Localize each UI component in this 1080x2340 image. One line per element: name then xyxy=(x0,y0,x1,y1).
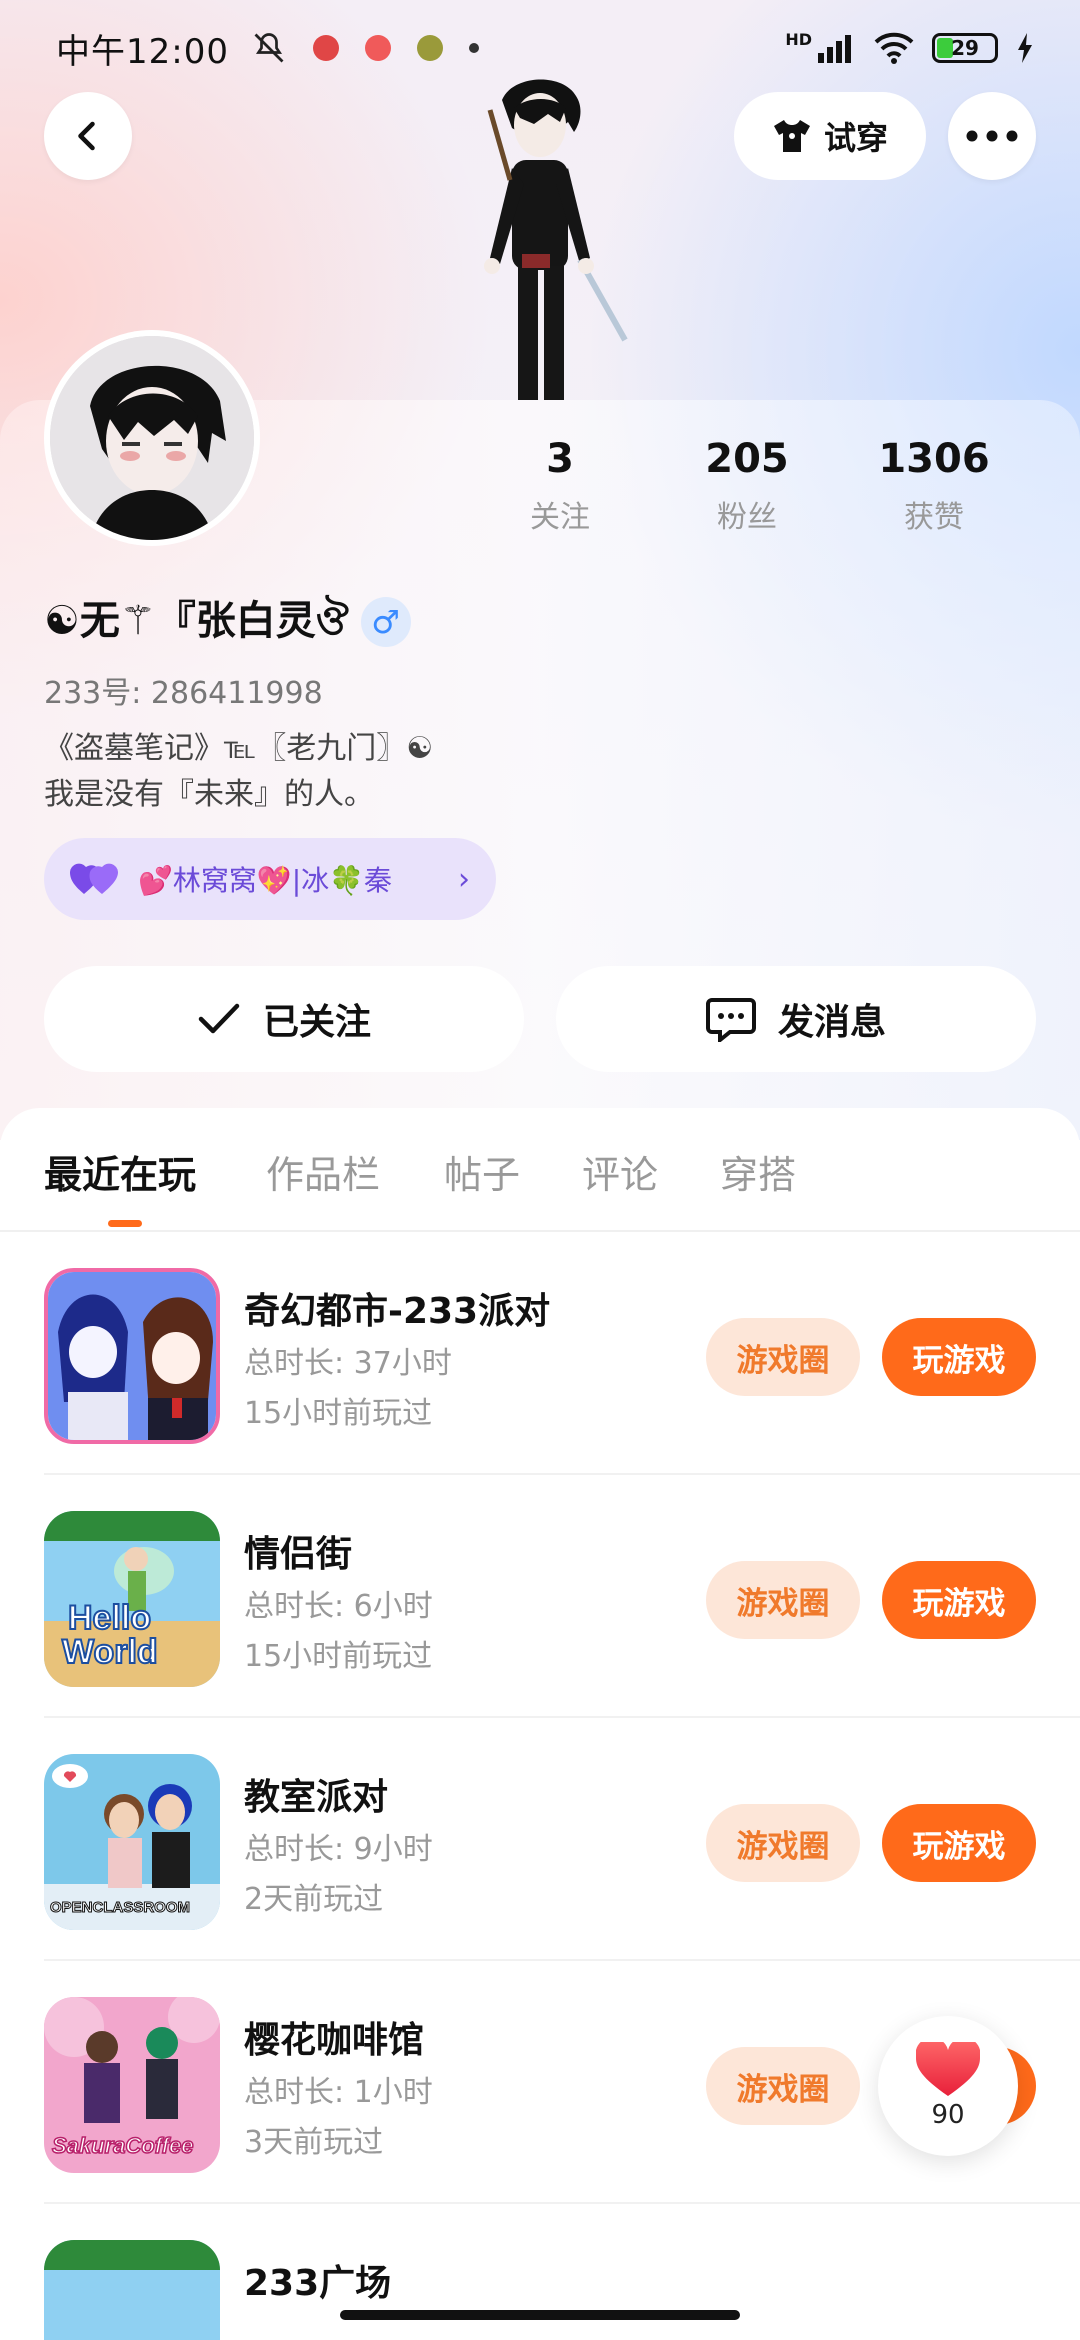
app-notification-icon xyxy=(416,35,443,61)
message-label: 发消息 xyxy=(777,1002,886,1043)
game-name: 233广场 xyxy=(244,2263,392,2304)
stat-likes-label: 获赞 xyxy=(904,500,964,535)
thumbnail-text-sakura: SakuraCoffee xyxy=(52,2133,193,2158)
game-name: 教室派对 xyxy=(244,1777,389,1818)
back-arrow-icon xyxy=(78,121,95,151)
home-indicator[interactable] xyxy=(340,2310,740,2320)
tab-comments[interactable]: 评论 xyxy=(582,1144,658,1199)
game-circle-button[interactable]: 游戏圈 xyxy=(706,2047,860,2125)
game-name: 奇幻都市-233派对 xyxy=(244,1291,551,1332)
game-name: 樱花咖啡馆 xyxy=(244,2020,425,2061)
game-thumbnail[interactable] xyxy=(44,1268,220,1444)
tshirt-icon xyxy=(773,120,810,152)
play-game-button[interactable]: 玩游戏 xyxy=(882,1804,1036,1882)
profile-content: 最近在玩 作品栏 帖子 评论 穿搭 奇幻都市-233派对 总时长: 37小时 1… xyxy=(0,1108,1080,2340)
stat-following-value: 3 xyxy=(546,436,574,482)
user-id: 233号: 286411998 xyxy=(44,676,323,711)
tab-active-indicator xyxy=(108,1220,142,1227)
app-notification-icon xyxy=(364,35,391,61)
relationship-names: 💕林窝窝💖|冰🍀秦 xyxy=(138,864,393,897)
nickname: ☯无⚚『张白灵ঔ ♂ xyxy=(44,588,411,656)
chat-bubble-icon xyxy=(705,998,756,1042)
male-gender-icon: ♂ xyxy=(360,597,411,647)
tab-outfits[interactable]: 穿搭 xyxy=(720,1144,796,1199)
game-circle-button[interactable]: 游戏圈 xyxy=(706,1804,860,1882)
tab-recently-played[interactable]: 最近在玩 xyxy=(44,1144,196,1199)
game-last-played: 3天前玩过 xyxy=(244,2125,384,2160)
stat-followers-value: 205 xyxy=(705,436,789,482)
character-figure xyxy=(430,70,650,400)
avatar[interactable] xyxy=(44,330,260,546)
game-thumbnail[interactable] xyxy=(44,2240,220,2340)
stat-likes[interactable]: 1306 获赞 xyxy=(854,436,1014,536)
wifi-icon xyxy=(874,32,914,64)
app-notification-icon xyxy=(312,35,339,61)
stat-followers[interactable]: 205 粉丝 xyxy=(667,436,827,536)
heart-icon xyxy=(916,2042,980,2096)
thumbnail-text-classroom: OPENCLASSROOM xyxy=(50,1899,190,1916)
game-thumbnail[interactable]: SakuraCoffee xyxy=(44,1997,220,2173)
stat-following[interactable]: 3 关注 xyxy=(480,436,640,536)
profile-stats: 3 关注 205 粉丝 1306 获赞 xyxy=(530,436,1040,546)
chevron-right-icon: › xyxy=(458,861,470,897)
back-button[interactable] xyxy=(44,92,132,180)
relationship-badge[interactable]: 💕林窝窝💖|冰🍀秦 › xyxy=(44,838,496,920)
thumbnail-text-hello: Hello xyxy=(68,1599,151,1637)
stat-likes-value: 1306 xyxy=(878,436,990,482)
game-duration: 总时长: 37小时 xyxy=(244,1346,452,1381)
message-button[interactable]: 发消息 xyxy=(556,966,1036,1072)
check-icon xyxy=(198,1003,240,1034)
game-last-played: 15小时前玩过 xyxy=(244,1396,433,1431)
more-dots-icon xyxy=(966,130,1018,142)
game-duration: 总时长: 1小时 xyxy=(244,2075,433,2110)
status-notification-icons xyxy=(251,30,479,66)
tab-works[interactable]: 作品栏 xyxy=(266,1144,380,1199)
game-row[interactable]: OPENCLASSROOM 教室派对 总时长: 9小时 2天前玩过 游戏圈 玩游… xyxy=(0,1718,1080,1961)
game-row[interactable]: Hello World 情侣街 总时长: 6小时 15小时前玩过 游戏圈 玩游戏 xyxy=(0,1475,1080,1718)
like-count: 90 xyxy=(931,2100,965,2130)
stat-following-label: 关注 xyxy=(530,500,590,535)
mute-icon xyxy=(254,33,284,63)
game-duration: 总时长: 9小时 xyxy=(244,1832,433,1867)
signal-icon xyxy=(818,35,851,63)
charging-icon xyxy=(1018,33,1032,63)
bio: 《盗墓笔记》℡〖老九门〗☯ 我是没有『未来』的人。 xyxy=(44,731,434,812)
game-thumbnail[interactable]: OPENCLASSROOM xyxy=(44,1754,220,1930)
network-hd-label: HD xyxy=(785,29,812,49)
game-duration: 总时长: 6小时 xyxy=(244,1589,433,1624)
game-row[interactable]: 奇幻都市-233派对 总时长: 37小时 15小时前玩过 游戏圈 玩游戏 xyxy=(0,1232,1080,1475)
thumbnail-text-world: World xyxy=(62,1633,158,1671)
game-last-played: 2天前玩过 xyxy=(244,1882,384,1917)
profile-tabs: 最近在玩 作品栏 帖子 评论 穿搭 xyxy=(0,1108,1080,1232)
try-on-label: 试穿 xyxy=(823,119,888,157)
game-thumbnail[interactable]: Hello World xyxy=(44,1511,220,1687)
game-circle-button[interactable]: 游戏圈 xyxy=(706,1561,860,1639)
follow-label: 已关注 xyxy=(262,1002,371,1043)
more-options-button[interactable] xyxy=(948,92,1036,180)
nickname-text: ☯无⚚『张白灵ঔ xyxy=(44,598,349,644)
stat-followers-label: 粉丝 xyxy=(717,500,777,535)
game-circle-button[interactable]: 游戏圈 xyxy=(706,1318,860,1396)
game-last-played: 15小时前玩过 xyxy=(244,1639,433,1674)
play-game-button[interactable]: 玩游戏 xyxy=(882,1561,1036,1639)
game-name: 情侣街 xyxy=(244,1534,353,1575)
try-on-button[interactable]: 试穿 xyxy=(734,92,926,180)
couple-heart-icon xyxy=(70,863,118,894)
play-game-button[interactable]: 玩游戏 xyxy=(882,1318,1036,1396)
status-time: 中午12:00 xyxy=(56,31,229,72)
more-notifications-dot xyxy=(468,43,479,53)
battery-indicator: 29 xyxy=(932,33,998,63)
tab-posts[interactable]: 帖子 xyxy=(444,1144,520,1199)
like-floating-button[interactable]: 90 xyxy=(878,2016,1018,2156)
follow-button[interactable]: 已关注 xyxy=(44,966,524,1072)
